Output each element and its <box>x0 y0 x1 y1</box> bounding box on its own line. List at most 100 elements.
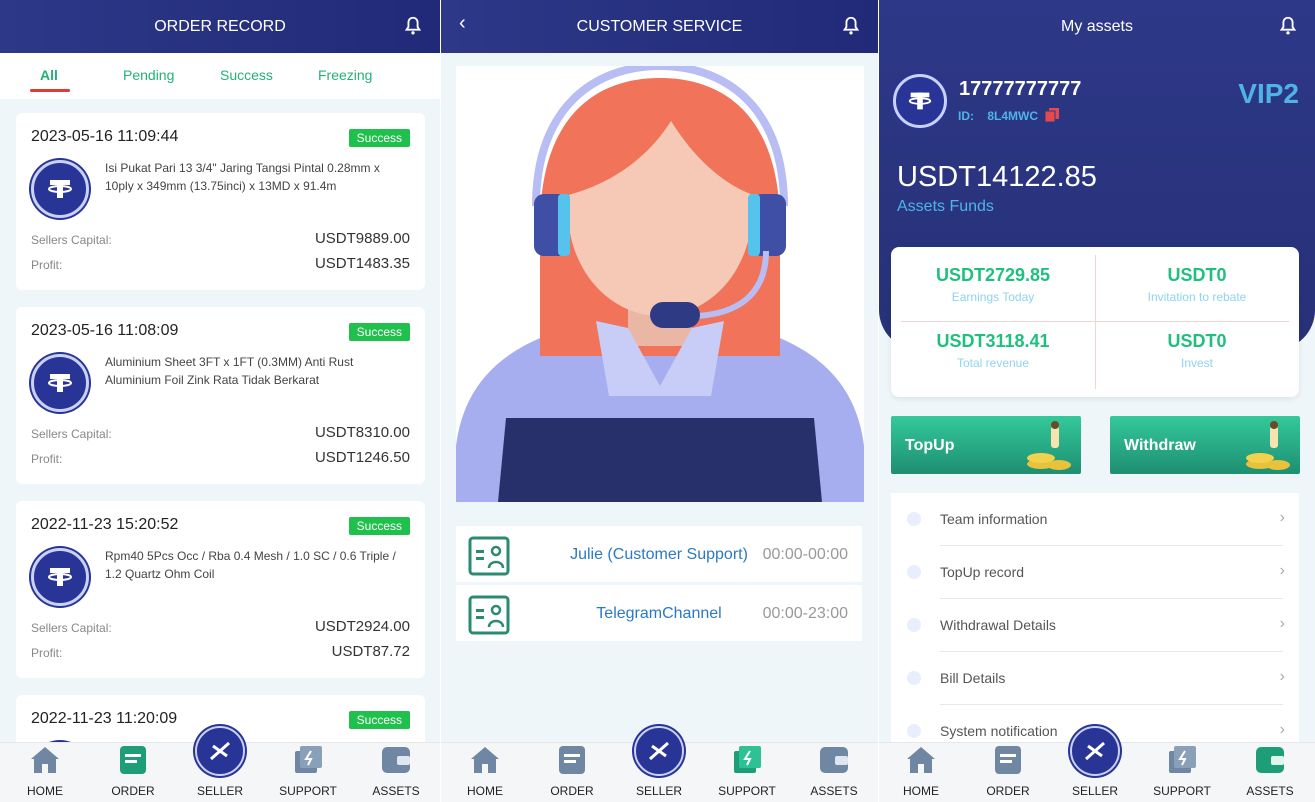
wallet-icon <box>1256 747 1284 773</box>
capital-label: Sellers Capital: <box>31 621 112 635</box>
menu-label: Bill Details <box>940 670 1006 686</box>
capital-value: USDT9889.00 <box>314 230 410 247</box>
menu-bill-details[interactable]: Bill Details › <box>891 652 1299 705</box>
tether-logo-icon <box>31 548 89 606</box>
nav-assets[interactable]: ASSETS <box>799 743 869 798</box>
divider <box>901 321 1289 322</box>
seller-icon <box>634 726 684 776</box>
agent-image <box>456 61 864 502</box>
wallet-icon <box>820 747 848 773</box>
seller-icon <box>1070 726 1120 776</box>
user-icon <box>907 512 921 526</box>
nav-support[interactable]: SUPPORT <box>273 743 343 798</box>
record-icon <box>907 565 921 579</box>
seller-icon <box>195 726 245 776</box>
withdraw-button[interactable]: Withdraw <box>1110 416 1300 474</box>
profit-label: Profit: <box>31 258 63 272</box>
nav-label: SUPPORT <box>1153 784 1211 798</box>
home-icon <box>907 747 935 773</box>
assets-header: My assets <box>879 0 1315 53</box>
stat-invest: USDT0 Invest <box>1095 331 1299 370</box>
order-date: 2023-05-16 11:09:44 <box>31 128 179 145</box>
nav-seller[interactable]: SELLER <box>185 726 255 798</box>
profit-label: Profit: <box>31 452 63 466</box>
stat-earnings-today: USDT2729.85 Earnings Today <box>891 265 1095 304</box>
nav-order[interactable]: ORDER <box>537 743 607 798</box>
bell-icon[interactable] <box>402 14 424 38</box>
shield-icon <box>907 671 921 685</box>
stat-label: Earnings Today <box>951 290 1035 304</box>
back-icon[interactable]: ‹ <box>459 12 466 35</box>
contact-hours: 00:00-23:00 <box>762 605 848 622</box>
tab-freezing[interactable]: Freezing <box>318 67 372 83</box>
topup-button[interactable]: TopUp <box>891 416 1081 474</box>
nav-label: ASSETS <box>810 784 858 798</box>
nav-order[interactable]: ORDER <box>98 743 168 798</box>
tab-all[interactable]: All <box>40 67 58 83</box>
stat-total-revenue: USDT3118.41 Total revenue <box>891 331 1095 370</box>
support-icon <box>295 746 322 773</box>
nav-label: ORDER <box>986 784 1030 798</box>
nav-assets[interactable]: ASSETS <box>1235 743 1305 798</box>
order-card[interactable]: 2022-11-23 15:20:52 Success Rpm40 5Pcs O… <box>16 501 425 678</box>
copy-icon[interactable] <box>1044 108 1060 123</box>
menu-topup-record[interactable]: TopUp record › <box>891 546 1299 599</box>
menu-withdrawal-details[interactable]: Withdrawal Details › <box>891 599 1299 652</box>
profit-value: USDT87.72 <box>331 643 410 660</box>
nav-home[interactable]: HOME <box>886 743 956 798</box>
profit-label: Profit: <box>31 646 63 660</box>
bell-icon[interactable] <box>840 14 862 38</box>
order-record-screen: ORDER RECORD All Pending Success Freezin… <box>0 0 440 802</box>
stat-invitation-rebate: USDT0 Invitation to rebate <box>1095 265 1299 304</box>
stat-value: USDT3118.41 <box>936 331 1050 351</box>
my-assets-screen: My assets 17777777777 ID: 8L4MWC VIP2 US… <box>879 0 1315 802</box>
bell-icon[interactable] <box>1277 14 1299 38</box>
menu-label: Withdrawal Details <box>940 617 1056 633</box>
order-icon <box>559 746 585 774</box>
nav-seller[interactable]: SELLER <box>624 726 694 798</box>
product-description: Isi Pukat Pari 13 3/4" Jaring Tangsi Pin… <box>105 161 380 193</box>
nav-label: SELLER <box>635 784 683 798</box>
nav-support[interactable]: SUPPORT <box>1147 743 1217 798</box>
chevron-right-icon: › <box>1279 562 1285 579</box>
order-icon <box>995 746 1021 774</box>
tether-logo-icon <box>31 354 89 412</box>
notification-icon <box>907 724 921 738</box>
tab-success[interactable]: Success <box>220 67 273 83</box>
withdraw-label: Withdraw <box>1124 437 1196 454</box>
stat-label: Total revenue <box>956 356 1030 370</box>
order-card[interactable]: 2023-05-16 11:08:09 Success Aluminium Sh… <box>16 307 425 484</box>
nav-home[interactable]: HOME <box>450 743 520 798</box>
page-title: CUSTOMER SERVICE <box>576 17 743 35</box>
nav-label: HOME <box>903 784 939 798</box>
customer-service-screen: ‹ CUSTOMER SERVICE Julie (Customer Suppo… <box>441 0 878 802</box>
chevron-right-icon: › <box>1279 509 1285 526</box>
menu-label: System notification <box>940 723 1058 739</box>
menu-label: Team information <box>940 511 1048 527</box>
product-description: Aluminium Sheet 3FT x 1FT (0.3MM) Anti R… <box>105 355 354 387</box>
wallet-icon <box>382 747 410 773</box>
menu-team-information[interactable]: Team information › <box>891 493 1299 546</box>
nav-label: SUPPORT <box>718 784 776 798</box>
order-card[interactable]: 2023-05-16 11:09:44 Success Isi Pukat Pa… <box>16 113 425 290</box>
support-icon <box>1169 746 1196 773</box>
nav-home[interactable]: HOME <box>10 743 80 798</box>
nav-order[interactable]: ORDER <box>973 743 1043 798</box>
bottom-nav: HOME ORDER SELLER SUPPORT ASSETS <box>879 726 1315 802</box>
nav-seller[interactable]: SELLER <box>1060 726 1130 798</box>
nav-label: ASSETS <box>372 784 420 798</box>
nav-assets[interactable]: ASSETS <box>361 743 431 798</box>
contact-row-julie[interactable]: Julie (Customer Support) 00:00-00:00 <box>456 526 862 582</box>
home-icon <box>31 747 59 773</box>
status-badge: Success <box>348 129 410 147</box>
contact-row-telegram[interactable]: TelegramChannel 00:00-23:00 <box>456 585 862 641</box>
stat-label: Invitation to rebate <box>1147 290 1247 304</box>
nav-label: ORDER <box>111 784 155 798</box>
capital-value: USDT8310.00 <box>314 424 410 441</box>
coin-stack-icon <box>1027 421 1071 470</box>
chevron-right-icon: › <box>1279 615 1285 632</box>
nav-support[interactable]: SUPPORT <box>712 743 782 798</box>
chevron-right-icon: › <box>1279 721 1285 738</box>
tab-pending[interactable]: Pending <box>123 67 174 83</box>
assets-balance: USDT14122.85 <box>897 161 1097 193</box>
